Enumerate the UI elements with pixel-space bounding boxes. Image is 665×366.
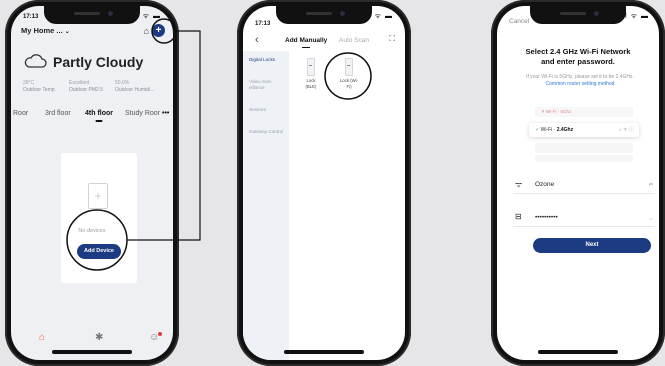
- stat-temp-value: 39°C: [23, 80, 35, 86]
- empty-devices-card: +: [61, 153, 137, 283]
- chevron-down-icon: ⌄: [64, 29, 70, 35]
- check-icon: ✓: [535, 127, 540, 133]
- stat-temp-label: Outdoor Temp.: [23, 87, 56, 93]
- cloud-icon: [24, 54, 47, 68]
- lock-icon: [307, 58, 315, 76]
- category-video-surveillance[interactable]: Video Surv eillance: [249, 79, 287, 91]
- status-time: 17:13: [255, 21, 271, 27]
- hint-text: If your Wi-Fi is 5GHz, please set it to …: [526, 74, 634, 80]
- stat-pm25: Excellent Outdoor PM2.5: [69, 80, 103, 94]
- wifi-24g-prefix: Wi-Fi ·: [540, 127, 556, 133]
- room-tab[interactable]: 3rd floor: [45, 110, 71, 117]
- device-label: Lock (Wi-Fi): [339, 78, 359, 89]
- stat-humidity: 50.0% Outdoor Humidi...: [115, 80, 154, 94]
- room-tabs: Roor 3rd floor 4th floor Study Roor •••: [11, 110, 173, 122]
- next-button[interactable]: Next: [533, 238, 651, 253]
- wifi-hint: If your Wi-Fi is 5GHz, please set it to …: [521, 74, 639, 88]
- tab-auto-scan[interactable]: Auto Scan: [339, 37, 369, 44]
- profile-tab-icon[interactable]: ☺: [149, 332, 163, 343]
- stat-temp: 39°C Outdoor Temp.: [23, 80, 56, 94]
- phone-home-screen: 17:13 ..ıl ᯤ ▬ My Home ... ⌄ ⌂ + Partly …: [5, 0, 179, 366]
- notch: [276, 6, 372, 24]
- title-line2: and enter password.: [541, 56, 615, 66]
- back-icon[interactable]: ‹: [255, 34, 259, 46]
- home-indicator: [52, 350, 132, 354]
- wifi-icon: ᯤ: [515, 180, 523, 189]
- home-screen: 17:13 ..ıl ᯤ ▬ My Home ... ⌄ ⌂ + Partly …: [11, 6, 173, 360]
- router-setting-link[interactable]: Common router setting method: [546, 81, 615, 87]
- smart-scene-tab-icon[interactable]: ✱: [95, 332, 103, 343]
- wifi-placeholder-row: [535, 155, 633, 162]
- home-tab-icon[interactable]: ⌂: [39, 332, 45, 343]
- device-lock-ble[interactable]: Lock (BLE): [301, 58, 321, 89]
- stat-humidity-value: 50.0%: [115, 80, 130, 86]
- scene-camera-icon[interactable]: ⌂: [144, 26, 149, 36]
- home-indicator: [284, 350, 364, 354]
- wifi-signal-icons: ⌂ ᯤ ⓘ: [618, 127, 634, 133]
- room-tab[interactable]: Roor: [13, 110, 28, 117]
- weather-condition: Partly Cloudy: [53, 54, 144, 70]
- phone-wifi-screen: Cancel ..ıl ᯤ ▬ Select 2.4 GHz Wi-Fi Net…: [491, 0, 665, 366]
- notch: [44, 6, 140, 24]
- wifi-illustration: ✕ Wi-Fi · 5Ghz ✓ Wi-Fi · 2.4Ghz ⌂ ᯤ ⓘ: [529, 103, 639, 163]
- show-password-icon[interactable]: ◡: [649, 215, 653, 221]
- add-plus-icon[interactable]: +: [152, 24, 165, 37]
- wifi-24g-name: 2.4Ghz: [556, 127, 574, 133]
- password-field[interactable]: ⊟ •••••••••• ◡: [513, 210, 655, 227]
- home-selector-label: My Home ...: [21, 26, 63, 35]
- more-icon[interactable]: •••: [162, 110, 169, 117]
- password-value: ••••••••••: [535, 214, 558, 221]
- category-gateway-control[interactable]: Gateway Control: [249, 129, 287, 135]
- title-line1: Select 2.4 GHz Wi-Fi Network: [525, 47, 631, 56]
- wifi-placeholder-row: [535, 143, 633, 153]
- scan-icon[interactable]: ⛶: [389, 34, 395, 44]
- category-sidebar: Digital Locks Video Surv eillance Sensor…: [243, 51, 289, 360]
- switch-network-icon[interactable]: ⇄: [649, 182, 653, 188]
- bottom-tab-bar: ⌂ ✱ ☺: [11, 332, 173, 346]
- lock-icon: [345, 58, 353, 76]
- wifi-5g-row: ✕ Wi-Fi · 5Ghz: [535, 107, 633, 117]
- page-title: Select 2.4 GHz Wi-Fi Network and enter p…: [497, 47, 659, 66]
- category-sensors[interactable]: Sensors: [249, 107, 287, 113]
- wifi-24g-row: ✓ Wi-Fi · 2.4Ghz ⌂ ᯤ ⓘ: [529, 123, 639, 137]
- cancel-button[interactable]: Cancel: [509, 18, 529, 25]
- add-device-button[interactable]: Add Device: [77, 244, 121, 259]
- device-label: Lock (BLE): [305, 78, 317, 89]
- home-indicator: [538, 350, 618, 354]
- notification-dot: [158, 332, 163, 336]
- room-tab[interactable]: Study Roor: [125, 110, 160, 117]
- empty-text: No devices: [78, 228, 106, 234]
- home-selector[interactable]: My Home ... ⌄: [21, 26, 70, 35]
- status-time: 17:13: [23, 14, 39, 20]
- lock-icon: ⊟: [515, 212, 522, 221]
- room-tab-active[interactable]: 4th floor: [85, 110, 113, 117]
- notch: [530, 6, 626, 24]
- file-add-icon: +: [88, 183, 108, 209]
- stat-humidity-label: Outdoor Humidi...: [115, 87, 155, 93]
- wifi-setup-screen: Cancel ..ıl ᯤ ▬ Select 2.4 GHz Wi-Fi Net…: [497, 6, 659, 360]
- stat-pm25-label: Outdoor PM2.5: [69, 87, 103, 93]
- add-device-screen: 17:13 ..ıl ᯤ ▬ ‹ Add Manually Auto Scan …: [243, 6, 405, 360]
- device-lock-wifi[interactable]: Lock (Wi-Fi): [339, 58, 359, 89]
- phone-add-device-screen: 17:13 ..ıl ᯤ ▬ ‹ Add Manually Auto Scan …: [237, 0, 411, 366]
- category-digital-locks[interactable]: Digital Locks: [249, 57, 287, 63]
- stat-pm25-value: Excellent: [69, 80, 90, 86]
- ssid-field[interactable]: ᯤ Ozone ⇄: [513, 177, 655, 194]
- ssid-value: Ozone: [535, 181, 555, 188]
- tab-add-manually[interactable]: Add Manually: [285, 37, 327, 44]
